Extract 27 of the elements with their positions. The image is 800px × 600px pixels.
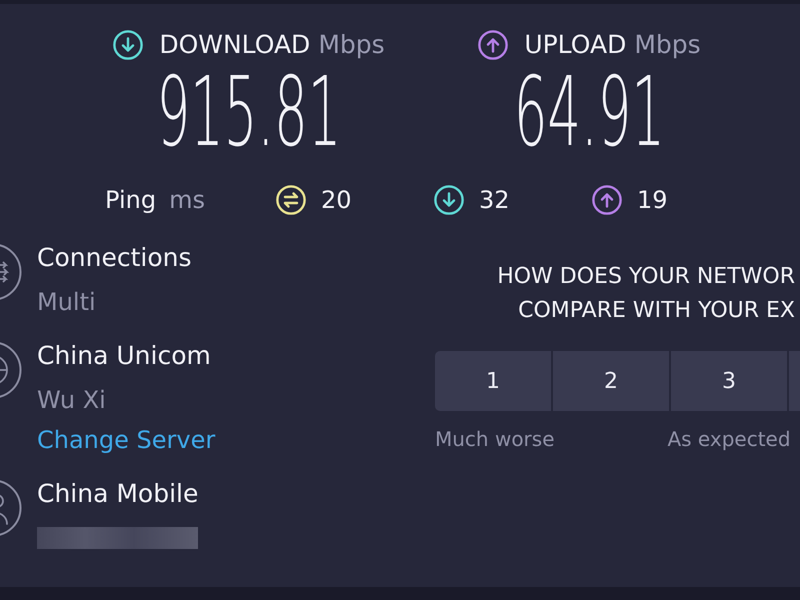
ping-value: 19: [637, 185, 668, 215]
server-title: China Unicom: [37, 341, 211, 371]
ping-value: 32: [479, 185, 510, 215]
arrows-icon: [0, 243, 22, 301]
server-title: China Mobile: [37, 479, 198, 509]
unit-label: ms: [169, 185, 205, 215]
rating-button[interactable]: 3: [671, 351, 787, 411]
server-title: Connections: [37, 243, 192, 273]
change-server-link[interactable]: Change Server: [37, 425, 216, 455]
survey-question: HOW DOES YOUR NETWOR COMPARE WITH YOUR EX: [496, 263, 796, 325]
ping-label: Ping: [105, 185, 156, 215]
rating-button[interactable]: 2: [553, 351, 669, 411]
scale-caption: As expected: [667, 426, 791, 452]
unit-label: Mbps: [318, 30, 385, 60]
speed-label: DOWNLOAD: [159, 30, 310, 60]
globe-icon: [0, 341, 22, 399]
rating-button[interactable]: 1: [435, 351, 551, 411]
speed-value: 915.81: [156, 64, 342, 160]
swap-arrows-icon: [276, 185, 306, 215]
ping-value: 20: [321, 185, 352, 215]
speed-label: UPLOAD: [524, 30, 626, 60]
person-icon: [0, 479, 22, 537]
scale-caption: Much worse: [435, 426, 555, 452]
speed-value: 64.91: [514, 64, 666, 160]
server-subtitle: Multi: [37, 287, 96, 317]
server-subtitle: Wu Xi: [37, 385, 106, 415]
unit-label: Mbps: [634, 30, 701, 60]
